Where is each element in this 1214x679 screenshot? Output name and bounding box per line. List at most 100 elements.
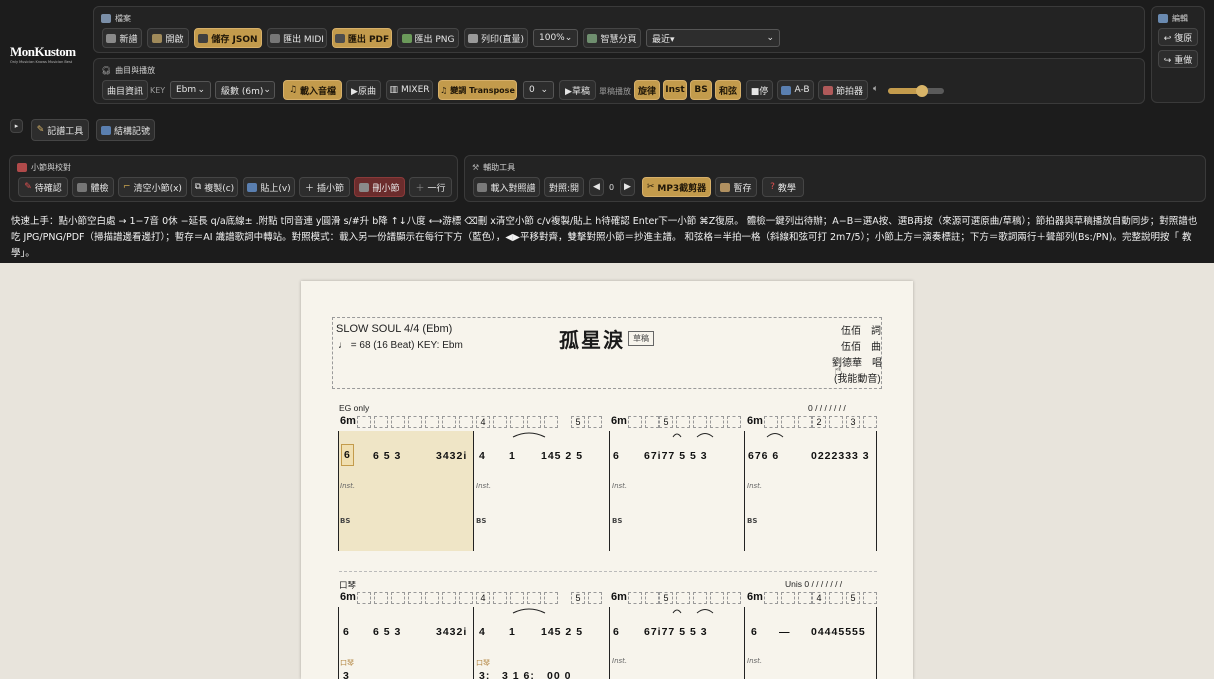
chord-slot[interactable] (493, 592, 507, 604)
undo-button[interactable]: ↩ 復原 (1158, 28, 1198, 46)
export-midi-button[interactable]: 匯出 MIDI (267, 28, 327, 48)
metronome-button[interactable]: 節拍器 (818, 80, 868, 100)
chord-slot[interactable] (727, 592, 741, 604)
note-group[interactable]: 3 (343, 670, 350, 679)
insert-measure-button[interactable]: ＋插小節 (299, 177, 350, 197)
chord-cell[interactable]: 5 (659, 416, 673, 428)
note-group[interactable]: 4 (479, 450, 486, 462)
chord-slot[interactable] (442, 416, 456, 428)
stop-button[interactable]: ■停 (746, 80, 773, 100)
chord-slot[interactable] (527, 592, 541, 604)
note-group[interactable]: 676 6 (748, 450, 779, 462)
key-select[interactable]: Ebm ⌄ (170, 81, 211, 99)
chord-cell[interactable]: 6m (340, 415, 356, 427)
play-score-button[interactable]: ▶草稿 (559, 80, 596, 100)
chord-slot[interactable] (764, 592, 778, 604)
chord-cell[interactable]: 5 (571, 592, 585, 604)
note-group[interactable]: 6 (343, 626, 350, 638)
insert-row-button[interactable]: ＋一行 (409, 177, 452, 197)
chord-cell[interactable]: 2 (812, 416, 826, 428)
note-group[interactable]: 4 (479, 626, 486, 638)
smart-page-button[interactable]: 智慧分頁 (583, 28, 641, 48)
chord-slot[interactable] (693, 592, 707, 604)
volume-slider-knob[interactable] (915, 85, 928, 97)
chord-slot[interactable] (710, 592, 724, 604)
note-group[interactable]: 145 2 5 (541, 450, 583, 462)
copy-button[interactable]: ⧉ 複製(c) (191, 177, 238, 197)
note-group[interactable]: 145 2 5 (541, 626, 583, 638)
level-select[interactable]: 級數 (6m) ⌄ (215, 81, 275, 99)
bass-toggle[interactable]: BS (690, 80, 712, 100)
chord-slot[interactable] (781, 592, 795, 604)
note-group[interactable]: 3: (479, 670, 490, 679)
chord-slot[interactable] (863, 416, 877, 428)
ab-loop-button[interactable]: A-B (777, 80, 814, 100)
chord-slot[interactable] (357, 592, 371, 604)
save-json-button[interactable]: 儲存 JSON (194, 28, 262, 48)
chord-cell[interactable]: 6m (340, 591, 356, 603)
chord-slot[interactable] (693, 416, 707, 428)
chord-slot[interactable] (764, 416, 778, 428)
delete-measure-button[interactable]: 刪小節 (354, 177, 405, 197)
chord-slot[interactable] (710, 416, 724, 428)
chord-slot[interactable] (829, 592, 843, 604)
note-group[interactable]: 1 (509, 626, 516, 638)
chord-slot[interactable] (459, 416, 473, 428)
chord-cell[interactable]: 5 (846, 592, 860, 604)
inst-toggle[interactable]: Inst (663, 80, 687, 100)
transpose-button[interactable]: ♫ 變調 Transpose (438, 80, 517, 100)
zoom-select[interactable]: 100% ⌄ (533, 29, 578, 47)
mp3-cutter-button[interactable]: ✂ MP3截剪器 (642, 177, 711, 197)
export-png-button[interactable]: 匯出 PNG (397, 28, 459, 48)
nav-prev-button[interactable]: ◀ (589, 178, 604, 196)
chord-slot[interactable] (374, 416, 388, 428)
chord-cell[interactable]: 5 (659, 592, 673, 604)
expand-toggle[interactable]: ▸ (10, 119, 23, 133)
chord-slot[interactable] (408, 416, 422, 428)
song-info-button[interactable]: 曲目資訊 (102, 80, 148, 100)
note-group[interactable]: 3432i (436, 626, 467, 638)
note-group[interactable]: 6 5 3 (373, 450, 401, 462)
note-group[interactable]: 0222333 3 (811, 450, 870, 462)
structure-toggle[interactable]: 結構記號 (96, 119, 155, 141)
chord-slot[interactable] (391, 416, 405, 428)
chord-slot[interactable] (676, 416, 690, 428)
chord-slot[interactable] (628, 592, 642, 604)
chord-slot[interactable] (863, 592, 877, 604)
clear-measure-button[interactable]: ⌐ 清空小節(x) (118, 177, 187, 197)
chord-slot[interactable] (374, 592, 388, 604)
note-group[interactable]: — (779, 626, 791, 638)
load-reference-button[interactable]: 載入對照譜 (473, 177, 540, 197)
chord-cell[interactable]: 4 (476, 592, 490, 604)
note-group[interactable]: 67i77 5 5 3 (644, 450, 708, 462)
open-button[interactable]: 開啟 (147, 28, 189, 48)
chord-slot[interactable] (781, 416, 795, 428)
chord-slot[interactable] (798, 416, 812, 428)
note-group[interactable]: 00 0 (547, 670, 571, 679)
pending-button[interactable]: ✎ 待確認 (18, 177, 68, 197)
chord-toggle[interactable]: 和弦 (715, 80, 741, 100)
checkup-button[interactable]: 體檢 (72, 177, 114, 197)
chord-slot[interactable] (588, 416, 602, 428)
note-group[interactable]: 04445555 (811, 626, 866, 638)
chord-slot[interactable] (357, 416, 371, 428)
chord-slot[interactable] (425, 416, 439, 428)
mixer-button[interactable]: ▥ MIXER (386, 80, 433, 100)
chord-slot[interactable] (493, 416, 507, 428)
note-group[interactable]: 6 (751, 626, 758, 638)
chord-slot[interactable] (727, 416, 741, 428)
volume-slider[interactable] (888, 85, 944, 97)
nav-next-button[interactable]: ▶ (620, 178, 635, 196)
chord-slot[interactable] (829, 416, 843, 428)
score-page[interactable]: SLOW SOUL 4/4 (Ebm) ♩ = 68 (16 Beat) KEY… (301, 281, 913, 679)
recent-select[interactable]: 最近▾ ⌄ (646, 29, 780, 47)
chord-slot[interactable] (408, 592, 422, 604)
chord-cell[interactable]: 4 (812, 592, 826, 604)
chord-slot[interactable] (442, 592, 456, 604)
chord-cell[interactable]: 6m (611, 415, 627, 427)
chord-slot[interactable] (676, 592, 690, 604)
tutorial-button[interactable]: ? 教學 (762, 177, 804, 197)
chord-slot[interactable] (544, 592, 558, 604)
chord-cell[interactable]: 5 (571, 416, 585, 428)
save-draft-button[interactable]: 暫存 (715, 177, 757, 197)
